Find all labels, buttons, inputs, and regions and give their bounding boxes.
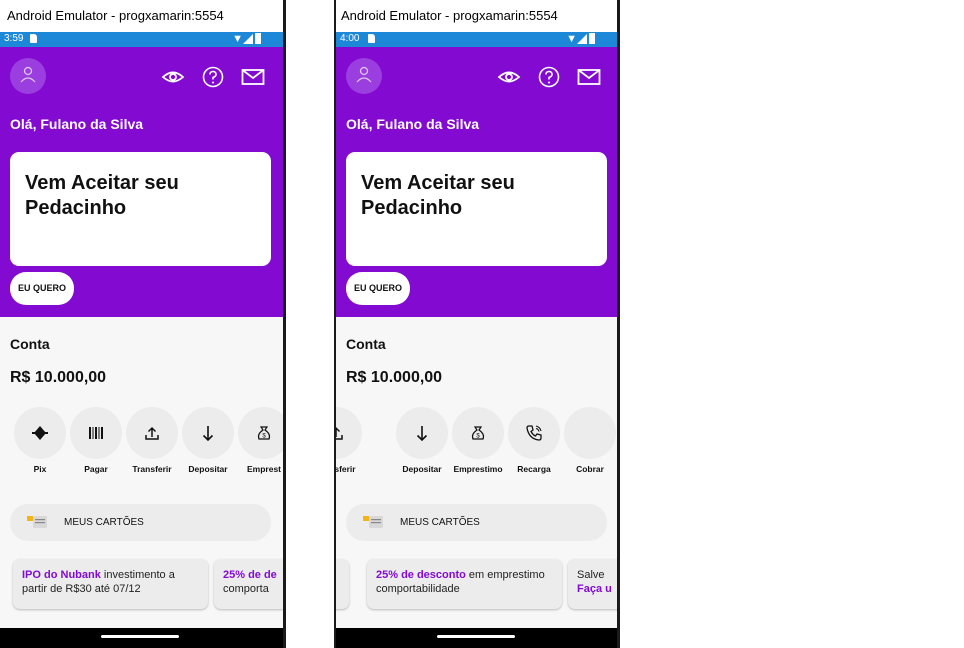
android-status-bar: 3:59 ▼ <box>0 32 283 47</box>
window-titlebar: Android Emulator - progxamarin:5554 <box>0 0 286 32</box>
emulator-window-1: Android Emulator - progxamarin:5554 3:59… <box>0 0 286 648</box>
battery-icon <box>589 33 595 44</box>
account-balance: R$ 10.000,00 <box>346 369 443 386</box>
sd-card-icon <box>368 34 375 43</box>
promo-card[interactable]: Vem Aceitar seu Pedacinho <box>346 152 607 266</box>
wifi-icon: ▼ <box>232 33 243 45</box>
news-card[interactable]: IPO do Nubank investimento a partir de R$… <box>13 559 208 609</box>
news-card[interactable]: Salve Faça u <box>568 559 619 609</box>
mail-icon[interactable] <box>577 66 601 88</box>
account-balance: R$ 10.000,00 <box>10 369 107 386</box>
window-border <box>334 0 336 648</box>
action-label: Cobrar <box>576 464 604 474</box>
news-text-line2: Faça u <box>577 583 612 595</box>
news-text-line2: comporta <box>223 583 269 595</box>
android-nav-bar <box>336 628 619 648</box>
greeting: Olá, Fulano da Silva <box>346 116 480 132</box>
news-text: Salve <box>577 569 605 581</box>
window-border <box>617 0 620 648</box>
my-cards-label: MEUS CARTÕES <box>64 517 144 528</box>
account-label: Conta <box>10 336 50 352</box>
greeting: Olá, Fulano da Silva <box>10 116 144 132</box>
home-gesture-handle[interactable] <box>437 635 515 638</box>
arrow-down-icon <box>202 426 214 442</box>
status-time: 3:59 <box>4 33 24 44</box>
sd-card-icon <box>30 34 37 43</box>
android-nav-bar <box>0 628 283 648</box>
wifi-icon: ▼ <box>566 33 577 45</box>
phone-icon <box>526 425 542 441</box>
eu-quero-button[interactable]: EU QUERO <box>10 272 74 305</box>
money-bag-icon: $ <box>257 426 271 440</box>
my-cards-button[interactable]: MEUS CARTÕES <box>346 504 607 541</box>
promo-title: Vem Aceitar seu Pedacinho <box>25 172 179 219</box>
signal-icon <box>577 34 587 44</box>
news-highlight: 25% de de <box>223 569 277 581</box>
action-label: Transferir <box>336 464 356 474</box>
news-highlight: IPO do Nubank <box>22 569 101 581</box>
news-highlight: 25% de desconto <box>376 569 466 581</box>
user-icon <box>20 66 36 83</box>
news-text: investimento a <box>100 569 175 581</box>
android-status-bar: 4:00 ▼ <box>336 32 617 47</box>
barcode-icon <box>89 427 103 439</box>
app-screen: Olá, Fulano da Silva Vem Aceitar seu Ped… <box>0 47 283 648</box>
news-card-partial[interactable] <box>336 559 349 609</box>
promo-card[interactable]: Vem Aceitar seu Pedacinho <box>10 152 271 266</box>
promo-title: Vem Aceitar seu Pedacinho <box>361 172 515 219</box>
help-icon[interactable] <box>201 66 225 88</box>
emulator-window-2: Android Emulator - progxamarin:5554 4:00… <box>334 0 620 648</box>
news-text-line2: comportabilidade <box>376 583 460 595</box>
actions-carousel[interactable]: Transferir Depositar $ Emprestimo Recarg… <box>336 407 619 482</box>
action-label: Emprest <box>246 464 281 474</box>
window-titlebar: Android Emulator - progxamarin:5554 <box>334 0 620 32</box>
money-bag-icon: $ <box>471 426 485 440</box>
account-label: Conta <box>346 336 386 352</box>
header-section: Olá, Fulano da Silva Vem Aceitar seu Ped… <box>336 47 619 317</box>
avatar[interactable] <box>10 58 46 94</box>
status-time: 4:00 <box>340 33 360 44</box>
news-text-line2: partir de R$30 até 07/12 <box>22 583 141 595</box>
blank-icon <box>580 423 600 443</box>
my-cards-button[interactable]: MEUS CARTÕES <box>10 504 271 541</box>
app-screen: Olá, Fulano da Silva Vem Aceitar seu Ped… <box>336 47 619 648</box>
avatar[interactable] <box>346 58 382 94</box>
help-icon[interactable] <box>537 66 561 88</box>
eu-quero-button[interactable]: EU QUERO <box>346 272 410 305</box>
credit-card-icon <box>363 516 383 528</box>
credit-card-icon <box>27 516 47 528</box>
user-icon <box>356 66 372 83</box>
home-gesture-handle[interactable] <box>101 635 179 638</box>
signal-icon <box>243 34 253 44</box>
news-text: em emprestimo <box>465 569 545 581</box>
actions-carousel[interactable]: Pix Pagar Transferir Depositar $ Emprest <box>0 407 283 482</box>
eye-icon[interactable] <box>161 66 185 88</box>
pix-icon <box>32 426 48 440</box>
news-card[interactable]: 25% de de comporta <box>214 559 283 609</box>
mail-icon[interactable] <box>241 66 265 88</box>
eye-icon[interactable] <box>497 66 521 88</box>
battery-icon <box>255 33 261 44</box>
window-title: Android Emulator - progxamarin:5554 <box>341 8 558 23</box>
upload-icon <box>145 426 159 440</box>
upload-icon <box>336 426 343 440</box>
window-border <box>283 0 286 648</box>
window-title: Android Emulator - progxamarin:5554 <box>7 8 224 23</box>
news-card[interactable]: 25% de desconto em emprestimo comportabil… <box>367 559 562 609</box>
header-section: Olá, Fulano da Silva Vem Aceitar seu Ped… <box>0 47 283 317</box>
my-cards-label: MEUS CARTÕES <box>400 517 480 528</box>
arrow-down-icon <box>416 426 428 442</box>
